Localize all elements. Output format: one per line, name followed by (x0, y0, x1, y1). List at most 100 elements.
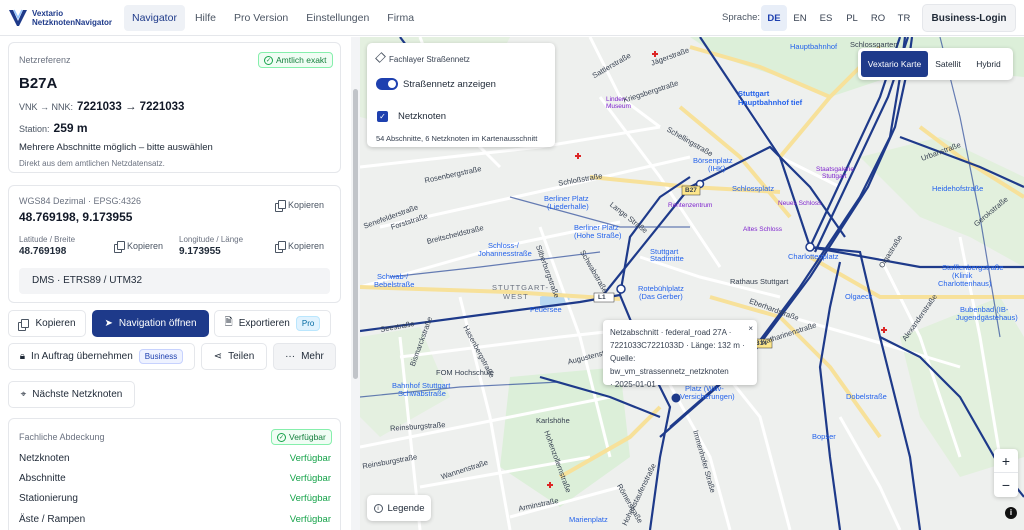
copy-button[interactable]: Kopieren (8, 310, 86, 337)
panel-scrollbar[interactable] (351, 37, 360, 530)
nav-item-firma[interactable]: Firma (379, 5, 422, 31)
map-label: Schlossplatz (732, 184, 775, 193)
popup-line: Netzabschnitt · federal_road 27A · (610, 328, 732, 337)
crosshair-icon: ⌖ (20, 389, 27, 400)
map-label: Stuttgart (822, 173, 847, 180)
scrollbar-thumb[interactable] (353, 89, 358, 379)
copy-icon (114, 241, 125, 253)
assign-order-button[interactable]: 🔒︎ In Auftrag übernehmen Business (8, 343, 195, 370)
copy-coords-button[interactable]: Kopieren (275, 200, 324, 212)
copy-icon (18, 318, 30, 331)
network-nodes-checkbox[interactable]: ✓ (377, 111, 388, 122)
longitude-label: Longitude / Länge (179, 235, 244, 244)
popup-line: · 2025-01-01 (610, 380, 656, 389)
available-badge: ✓ Verfügbar (271, 429, 332, 445)
reference-label: Netzreferenz (19, 55, 71, 65)
lang-pl[interactable]: PL (839, 5, 865, 31)
lang-de[interactable]: DE (761, 5, 787, 31)
nav-item-einstellungen[interactable]: Einstellungen (298, 5, 377, 31)
nav-item-navigator[interactable]: Navigator (124, 4, 185, 31)
map-label: Dobelstraße (846, 392, 887, 401)
map-label: (Liederhalle) (547, 202, 589, 211)
popup-line: 7221033C7221033D · Länge: 132 m · (610, 341, 745, 350)
latitude-label: Latitude / Breite (19, 235, 76, 244)
nav-item-hilfe[interactable]: Hilfe (187, 5, 224, 31)
business-badge: Business (138, 349, 184, 364)
map-label: Rentenzentrum (668, 202, 713, 209)
network-reference-card: Netzreferenz ✓ Amtlich exakt B27A VNK → … (8, 42, 341, 173)
map-type-satellit[interactable]: Satellit (928, 51, 968, 77)
zoom-controls: + − (994, 449, 1018, 497)
main-nav: Navigator Hilfe Pro Version Einstellunge… (124, 0, 424, 36)
road-network-toggle[interactable] (376, 78, 398, 90)
nearest-nodes-button[interactable]: ⌖ Nächste Netzknoten (8, 381, 135, 408)
map-label: Johannesstraße (478, 249, 532, 258)
map-type-vextario[interactable]: Vextario Karte (861, 51, 928, 77)
map-label: Bebelstraße (374, 280, 415, 289)
coverage-row: Äste / Rampen Verfügbar (19, 514, 331, 525)
road-badge: L1 (598, 294, 606, 301)
map-label: Rathaus Stuttgart (730, 277, 789, 286)
map-label: Versicherungen) (680, 392, 735, 401)
map-label: Bopser (812, 432, 836, 441)
road-badge: B27 (685, 187, 697, 194)
business-login-button[interactable]: Business-Login (922, 4, 1016, 32)
copy-latitude-button[interactable]: Kopieren (114, 241, 163, 253)
vnk-label: VNK → NNK: (19, 102, 74, 112)
logo-line-2: NetzknotenNavigator (32, 17, 113, 27)
map-label: Feuersee (530, 305, 562, 314)
toggle-label: Straßennetz anzeigen (403, 79, 496, 90)
language-label: Sprache: (722, 12, 761, 23)
map-label: STUTTGART- (492, 283, 549, 292)
check-circle-icon: ✓ (277, 432, 286, 442)
zoom-out-button[interactable]: − (994, 473, 1018, 497)
app-logo[interactable]: Vextario NetzknotenNavigator (8, 8, 113, 28)
popup-line: Quelle: bw_vm_strassennetz_netzknoten (610, 354, 729, 376)
more-button[interactable]: ··· Mehr (273, 343, 336, 370)
map-label: Heidehofstraße (932, 184, 984, 193)
road-name: B27A (19, 75, 58, 92)
lang-es[interactable]: ES (813, 5, 839, 31)
station-row: Station: 259 m (19, 121, 88, 135)
legend-button[interactable]: i Legende (367, 495, 431, 521)
layer-panel: Fachlayer Straßennetz Straßennetz anzeig… (367, 43, 555, 147)
info-circle-icon: i (373, 503, 383, 513)
coord-value: 48.769198, 9.173955 (19, 210, 133, 224)
open-navigation-button[interactable]: ➤ Navigation öffnen (92, 310, 209, 337)
coverage-label: Fachliche Abdeckung (19, 432, 105, 442)
zoom-in-button[interactable]: + (994, 449, 1018, 473)
vnk-nnk-row: VNK → NNK: 7221033 → 7221033 (19, 101, 184, 113)
multi-section-hint: Mehrere Abschnitte möglich – bitte auswä… (19, 142, 213, 153)
copy-icon (275, 200, 286, 212)
copy-icon (275, 241, 286, 253)
map-label: Schwabstraße (398, 389, 446, 398)
map-label: Marienplatz (569, 515, 608, 524)
station-label: Station: (19, 124, 50, 134)
map-view[interactable]: B27 L1 B14 Hauptbahnhof Schlossgarten St… (360, 37, 1024, 530)
lang-en[interactable]: EN (787, 5, 813, 31)
longitude-value: 9.173955 (179, 246, 221, 257)
export-button[interactable]: 🗎 Exportieren Pro (214, 310, 331, 337)
layer-title: Fachlayer Straßennetz (389, 55, 470, 64)
coord-system-label: WGS84 Dezimal · EPSG:4326 (19, 196, 142, 206)
map-type-hybrid[interactable]: Hybrid (968, 51, 1009, 77)
lock-icon: 🔒︎ (19, 351, 26, 362)
map-label: Stuttgart (738, 89, 770, 98)
nav-item-pro-version[interactable]: Pro Version (226, 5, 296, 31)
source-note: Direkt aus dem amtlichen Netzdatensatz. (19, 159, 165, 168)
share-icon: ⋖ (213, 351, 223, 362)
close-icon[interactable]: × (748, 322, 753, 335)
coordinates-card: WGS84 Dezimal · EPSG:4326 Kopieren 48.76… (8, 185, 341, 303)
lang-tr[interactable]: TR (891, 5, 917, 31)
attribution-info-icon[interactable]: i (1005, 507, 1017, 519)
share-button[interactable]: ⋖ Teilen (201, 343, 267, 370)
section-popup: × Netzabschnitt · federal_road 27A · 722… (603, 320, 757, 389)
official-exact-badge: ✓ Amtlich exakt (258, 52, 333, 68)
copy-longitude-button[interactable]: Kopieren (275, 241, 324, 253)
logo-v-icon (9, 9, 27, 26)
lang-ro[interactable]: RO (865, 5, 891, 31)
map-label: Karlshöhe (536, 416, 570, 425)
dms-format-button[interactable]: DMS · ETRS89 / UTM32 (19, 268, 330, 294)
vnk-value: 7221033 → 7221033 (77, 101, 185, 113)
map-label: Jugendgästehaus) (956, 313, 1018, 322)
